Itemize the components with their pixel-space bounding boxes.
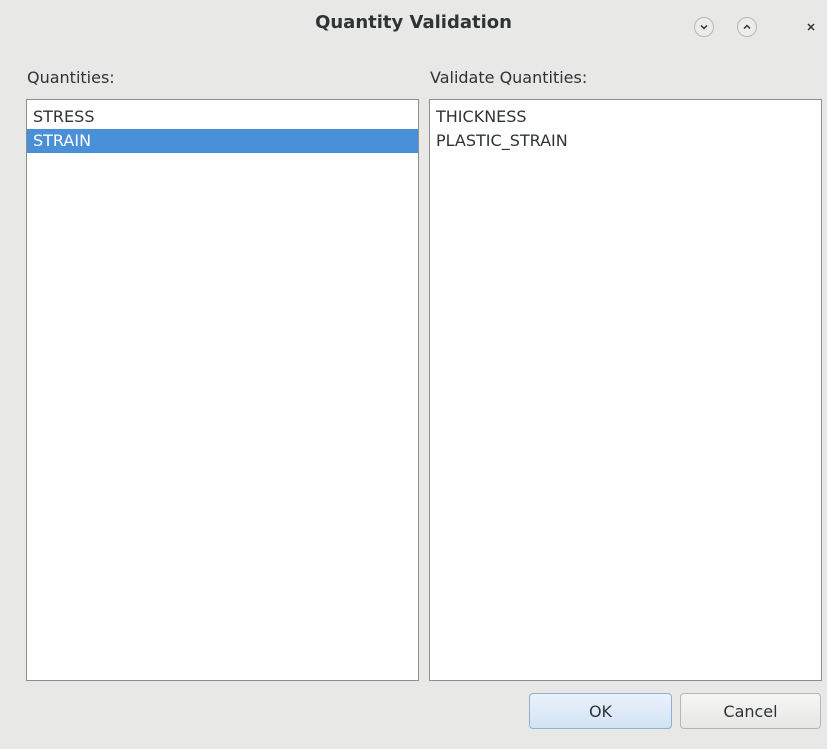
ok-button[interactable]: OK <box>529 693 672 729</box>
close-button[interactable] <box>801 17 821 37</box>
list-item-plastic-strain[interactable]: PLASTIC_STRAIN <box>430 129 821 153</box>
validate-quantities-label: Validate Quantities: <box>430 68 588 87</box>
list-item-stress[interactable]: STRESS <box>27 105 418 129</box>
title-bar[interactable]: Quantity Validation <box>0 0 827 56</box>
chevron-down-icon <box>699 23 709 31</box>
cancel-button[interactable]: Cancel <box>680 693 821 729</box>
quantity-validation-dialog: Quantity Validation Quantities: Validate… <box>0 0 827 749</box>
list-item-strain[interactable]: STRAIN <box>27 129 418 153</box>
minimize-button[interactable] <box>694 17 714 37</box>
close-icon <box>805 21 817 33</box>
validate-quantities-list[interactable]: THICKNESS PLASTIC_STRAIN <box>429 99 822 681</box>
quantities-list[interactable]: STRESS STRAIN <box>26 99 419 681</box>
maximize-button[interactable] <box>737 17 757 37</box>
chevron-up-icon <box>742 23 752 31</box>
list-item-thickness[interactable]: THICKNESS <box>430 105 821 129</box>
quantities-label: Quantities: <box>27 68 115 87</box>
